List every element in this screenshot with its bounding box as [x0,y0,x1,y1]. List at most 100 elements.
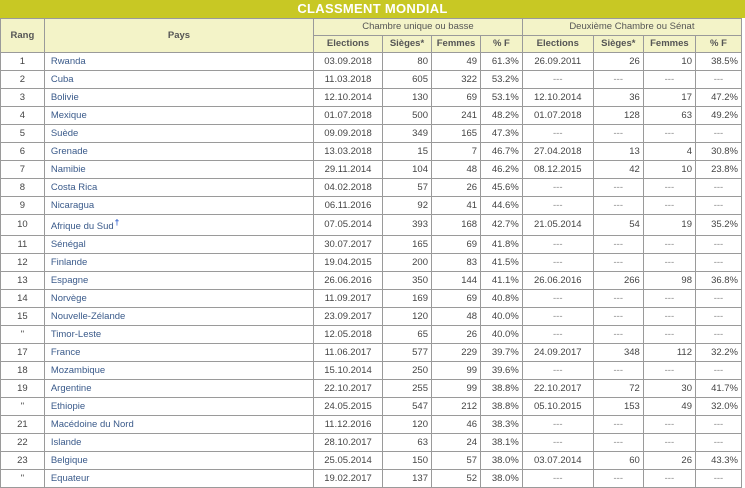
upper-percent-cell: 35.2% [694,213,743,237]
lower-percent-cell: 46.7% [480,142,523,161]
lower-women-text: 57 [466,454,478,466]
rank-cell: 2 [0,70,45,89]
lower-seats-cell: 605 [381,70,433,89]
country-text: Mexique [50,109,87,121]
country-cell[interactable]: Costa Rica [43,178,315,197]
lower-seats-text: 350 [412,274,428,286]
upper-elections-text: 12.10.2014 [533,91,582,103]
lower-percent-cell: 38.0% [480,451,523,471]
upper-elections-cell: 26.06.2016 [521,271,594,291]
lower-seats-cell: 250 [381,361,433,381]
upper-elections-cell: --- [521,415,594,435]
lower-elections-cell: 11.12.2016 [313,415,383,435]
country-cell[interactable]: Argentine [43,379,315,399]
lower-women-text: 99 [466,382,478,394]
upper-seats-text: --- [613,472,624,484]
lower-seats-cell: 120 [381,307,433,327]
upper-elections-text: --- [553,310,563,322]
country-cell[interactable]: Mexique [43,106,315,125]
rank-text: 1 [19,55,26,67]
country-cell[interactable]: Belgique [43,451,315,471]
lower-women-cell: 48 [430,307,482,327]
upper-women-text: 49 [681,400,692,412]
lower-percent-text: 41.1% [491,274,519,286]
country-cell[interactable]: Cuba [43,70,315,89]
country-text: Timor-Leste [50,328,102,340]
header-lower-seats: Sièges* [381,35,433,53]
upper-women-text: 98 [681,274,692,286]
lower-women-text: 7 [471,145,478,157]
upper-percent-text: --- [713,310,724,322]
rank-text: 3 [19,91,26,103]
upper-percent-text: 30.8% [711,145,738,157]
country-text: Islande [50,436,82,448]
lower-elections-text: 07.05.2014 [324,219,372,231]
country-cell[interactable]: Macédoine du Nord [43,415,315,435]
lower-seats-text: 349 [412,127,428,139]
upper-elections-text: --- [553,256,563,268]
lower-seats-cell: 104 [381,160,433,179]
country-text: Ethiopie [50,400,86,412]
lower-elections-text: 25.05.2014 [324,454,372,466]
lower-percent-text: 38.0% [491,472,519,484]
country-cell[interactable]: Bolivie [43,88,315,107]
lower-seats-cell: 393 [381,213,433,237]
upper-seats-cell: --- [592,415,644,435]
country-cell[interactable]: Ethiopie [43,397,315,417]
country-cell[interactable]: Islande [43,433,315,453]
lower-seats-text: 104 [412,163,428,175]
country-cell[interactable]: Suède [43,124,315,143]
upper-seats-cell: 42 [592,160,644,179]
upper-percent-text: 43.3% [711,454,738,466]
country-cell[interactable]: Finlande [43,253,315,273]
lower-seats-cell: 255 [381,379,433,399]
rank-text: 19 [17,382,28,394]
upper-percent-text: 35.2% [711,219,738,231]
country-cell[interactable]: Mozambique [43,361,315,381]
country-cell[interactable]: Nicaragua [43,196,315,215]
upper-seats-cell: --- [592,289,644,309]
rank-text: 14 [17,292,28,304]
upper-women-cell: 19 [642,213,696,237]
upper-women-cell: --- [642,325,696,345]
lower-percent-cell: 41.1% [480,271,523,291]
lower-women-text: 241 [461,109,478,121]
lower-seats-cell: 169 [381,289,433,309]
rank-text: 2 [19,73,26,85]
country-cell[interactable]: Nouvelle-Zélande [43,307,315,327]
lower-seats-text: 165 [412,238,428,250]
lower-elections-text: 15.10.2014 [324,364,372,376]
country-cell[interactable]: Grenade [43,142,315,161]
footnote-marker-icon[interactable]: † [115,218,119,227]
country-cell[interactable]: France [43,343,315,363]
table-row: 1 Rwanda 03.09.2018 80 49 61.3% 26.09.2011 26 10… [0,52,743,71]
country-cell[interactable]: Afrique du Sud† [43,213,315,237]
lower-women-cell: 144 [430,271,482,291]
country-cell[interactable]: Espagne [43,271,315,291]
lower-women-text: 99 [466,364,478,376]
header-rank: Rang [0,18,45,53]
country-cell[interactable]: Namibie [43,160,315,179]
lower-elections-cell: 01.07.2018 [313,106,383,125]
country-cell[interactable]: Rwanda [43,52,315,71]
rank-cell: 15 [0,307,45,327]
lower-seats-cell: 500 [381,106,433,125]
country-cell[interactable]: Equateur [43,469,315,488]
lower-percent-cell: 38.8% [480,397,523,417]
upper-seats-text: --- [613,364,624,376]
country-cell[interactable]: Norvège [43,289,315,309]
country-cell[interactable]: Timor-Leste [43,325,315,345]
table-row: 17 France 11.06.2017 577 229 39.7% 24.09.2017 3… [0,343,743,363]
lower-elections-cell: 26.06.2016 [313,271,383,291]
lower-seats-text: 605 [412,73,428,85]
upper-seats-cell: 60 [592,451,644,471]
upper-percent-cell: --- [694,253,743,273]
lower-elections-text: 26.06.2016 [324,274,372,286]
upper-women-text: --- [664,418,675,430]
lower-women-text: 229 [461,346,478,358]
upper-elections-text: 01.07.2018 [533,109,582,121]
lower-women-text: 24 [466,436,478,448]
upper-percent-text: 32.0% [711,400,738,412]
lower-elections-text: 24.05.2015 [324,400,372,412]
country-cell[interactable]: Sénégal [43,235,315,255]
